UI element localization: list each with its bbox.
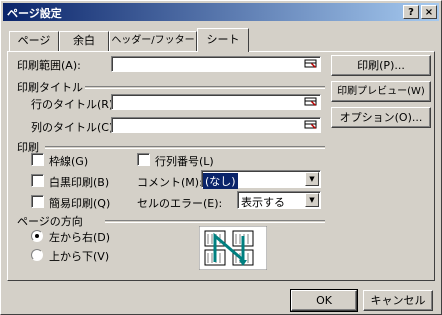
tab-header-footer[interactable]: ヘッダー/フッター	[109, 31, 197, 51]
print-titles-group-line	[85, 86, 325, 89]
cell-errors-label: セルのエラー(E):	[137, 197, 223, 210]
print-button[interactable]: 印刷(P)...	[331, 55, 431, 76]
print-titles-group-label: 印刷タイトル	[17, 81, 83, 94]
top-to-bottom-radio[interactable]	[31, 249, 43, 261]
options-button[interactable]: オプション(O)...	[331, 107, 431, 128]
range-picker-icon[interactable]	[304, 58, 318, 70]
left-to-right-label[interactable]: 左から右(D)	[49, 229, 110, 245]
cell-errors-select[interactable]: 表示する ▼	[237, 191, 321, 209]
chevron-down-icon[interactable]: ▼	[305, 172, 319, 186]
ok-button[interactable]: OK	[290, 289, 358, 312]
help-button[interactable]: ?	[403, 5, 419, 19]
tab-sheet[interactable]: シート	[197, 28, 249, 52]
page-order-group-label: ページの方向	[17, 215, 83, 228]
page-setup-dialog: ページ設定 ? × ページ 余白 ヘッダー/フッター シート 印刷範囲(A): …	[0, 0, 442, 315]
print-preview-button[interactable]: 印刷プレビュー(W)	[331, 81, 431, 102]
cancel-button[interactable]: キャンセル	[363, 290, 433, 311]
range-picker-icon[interactable]	[304, 96, 318, 108]
left-to-right-radio[interactable]	[31, 230, 43, 242]
row-titles-label: 行のタイトル(R):	[31, 98, 117, 111]
page-order-group-line	[105, 220, 325, 223]
row-titles-input[interactable]	[111, 94, 321, 110]
row-col-headers-checkbox[interactable]	[137, 153, 150, 166]
top-to-bottom-label[interactable]: 上から下(V)	[49, 248, 109, 264]
row-col-headers-label[interactable]: 行列番号(L)	[155, 153, 214, 169]
page-order-preview-icon	[199, 226, 267, 270]
tab-page[interactable]: ページ	[9, 31, 59, 51]
tab-margins[interactable]: 余白	[59, 31, 109, 51]
comments-value: (なし)	[203, 173, 238, 189]
print-area-label: 印刷範囲(A):	[17, 59, 81, 72]
close-button[interactable]: ×	[421, 5, 437, 19]
comments-label: コメント(M):	[137, 176, 203, 189]
gridlines-checkbox[interactable]	[31, 153, 44, 166]
chevron-down-icon[interactable]: ▼	[305, 193, 319, 207]
black-white-checkbox[interactable]	[31, 174, 44, 187]
print-group-line	[45, 146, 325, 149]
gridlines-label[interactable]: 枠線(G)	[49, 153, 88, 169]
range-picker-icon[interactable]	[304, 119, 318, 131]
draft-checkbox[interactable]	[31, 195, 44, 208]
black-white-label[interactable]: 白黒印刷(B)	[49, 174, 109, 190]
cell-errors-value: 表示する	[241, 196, 285, 209]
col-titles-input[interactable]	[111, 117, 321, 133]
col-titles-label: 列のタイトル(C):	[31, 121, 117, 134]
window-title: ページ設定	[7, 7, 62, 20]
draft-label[interactable]: 簡易印刷(Q)	[49, 195, 110, 211]
comments-select[interactable]: (なし) ▼	[201, 170, 321, 189]
print-area-input[interactable]	[111, 56, 321, 72]
title-bar: ページ設定 ? ×	[3, 3, 439, 21]
